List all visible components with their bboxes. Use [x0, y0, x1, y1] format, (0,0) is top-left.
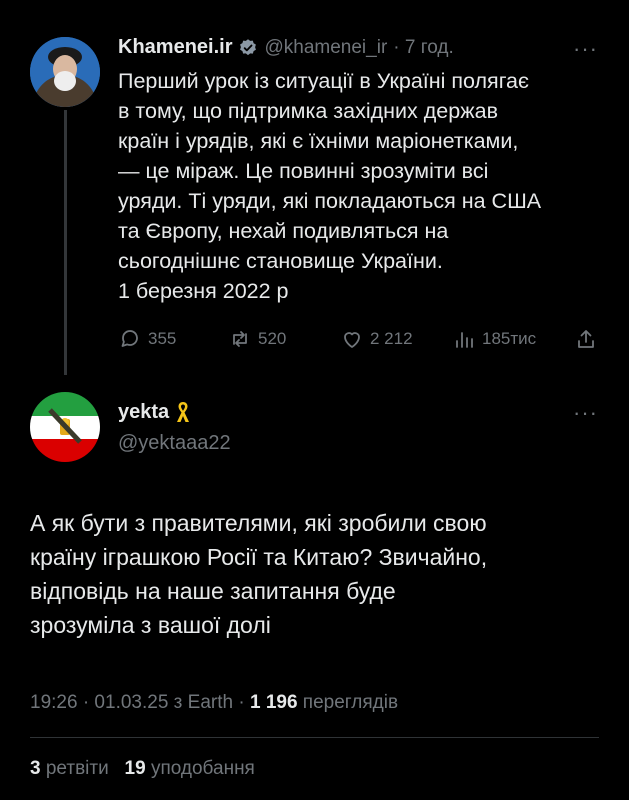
like-action[interactable]: 2 212	[340, 327, 413, 351]
verified-badge-icon	[238, 38, 258, 58]
retweets-label: ретвіти	[45, 758, 109, 779]
parent-text-line: Перший урок із ситуації в Україні поляга…	[118, 69, 529, 93]
retweets-count: 3	[30, 758, 41, 779]
heart-icon	[344, 332, 360, 348]
khamenei-avatar-image	[30, 37, 100, 107]
divider	[30, 737, 599, 738]
reply-text-line: зрозуміла з вашої долі	[30, 612, 271, 638]
like-count: 2 212	[370, 329, 413, 348]
reply-text-line: А як бути з правителями, які зробили сво…	[30, 510, 487, 536]
reply-timestamp[interactable]: 19:26 · 01.03.25 з Earth ·	[30, 692, 245, 713]
parent-time[interactable]: · 7 год.	[393, 37, 453, 59]
parent-text-line: 1 березня 2022 р	[118, 279, 289, 303]
reply-action[interactable]: 355	[118, 327, 176, 351]
views-count: 185тис	[482, 329, 537, 348]
reply-views-label: переглядів	[302, 692, 399, 713]
views-action[interactable]: 185тис	[452, 327, 536, 351]
parent-text-line: та Європу, нехай подивляться на	[118, 219, 449, 243]
share-action[interactable]	[574, 327, 598, 351]
reply-text-line: країну іграшкою Росії та Китаю? Звичайно…	[30, 544, 488, 570]
likes-stat[interactable]: 19 уподобання	[125, 758, 255, 779]
parent-text-line: в тому, що підтримка західних держав	[118, 99, 498, 123]
reply-more-options-icon[interactable]: ···	[573, 400, 598, 426]
share-icon	[578, 330, 594, 348]
reply-views-count: 1 196	[249, 692, 298, 713]
reply-stats: 3 ретвіти 19 уподобання	[30, 758, 255, 780]
parent-tweet-header: Khamenei.ir @khamenei_ir · 7 год.	[118, 36, 454, 59]
repost-action[interactable]: 520	[228, 327, 286, 351]
khamenei-avatar[interactable]	[30, 37, 100, 107]
reply-meta: 19:26 · 01.03.25 з Earth · 1 196 перегля…	[30, 692, 398, 714]
repost-count: 520	[258, 329, 287, 348]
repost-icon	[233, 331, 247, 347]
reply-icon	[121, 330, 138, 347]
reply-count: 355	[148, 329, 177, 348]
views-chart-icon	[456, 332, 473, 348]
parent-text-line: сьогоднішнє становище України.	[118, 249, 443, 273]
retweets-stat[interactable]: 3 ретвіти	[30, 758, 109, 779]
reply-text-line: відповідь на наше запитання буде	[30, 578, 396, 604]
parent-text-line: — це міраж. Це повинні зрозуміти всі	[118, 159, 489, 183]
reply-handle[interactable]: @yektaaa22	[118, 432, 231, 455]
parent-more-options-icon[interactable]: ···	[573, 36, 598, 62]
reply-tweet-text: А як бути з правителями, які зробили сво…	[30, 506, 610, 642]
parent-text-line: країн і урядів, які є їхніми маріонеткам…	[118, 129, 519, 153]
parent-tweet-text: Перший урок із ситуації в Україні поляга…	[118, 66, 618, 306]
yekta-avatar-image	[30, 392, 100, 462]
reply-tweet-header: yekta	[118, 400, 191, 424]
likes-count: 19	[124, 758, 146, 779]
yellow-ribbon-icon	[175, 400, 191, 424]
thread-connector-line	[64, 110, 67, 375]
reply-display-name[interactable]: yekta	[118, 401, 169, 424]
likes-label: уподобання	[150, 758, 255, 779]
parent-handle[interactable]: @khamenei_ir	[264, 37, 387, 59]
parent-display-name[interactable]: Khamenei.ir	[118, 36, 232, 59]
parent-text-line: уряди. Ті уряди, які покладаються на США	[118, 189, 542, 213]
yekta-avatar[interactable]	[30, 392, 100, 462]
